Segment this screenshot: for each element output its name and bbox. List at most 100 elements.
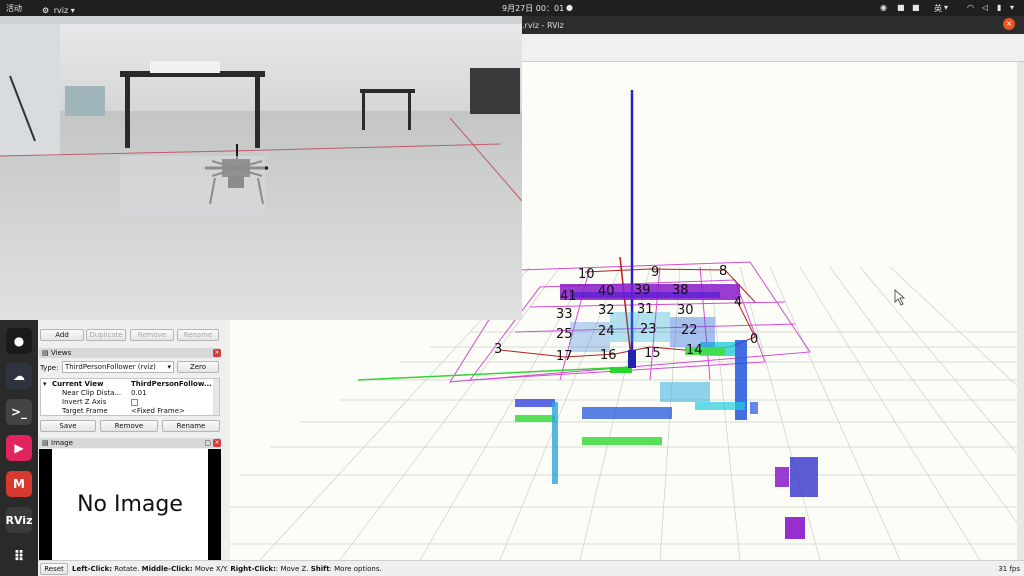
remove-view-button[interactable]: Remove (100, 420, 158, 432)
waypoint-label: 9 (651, 265, 659, 280)
waypoint-label: 38 (672, 283, 689, 298)
hint-key: Middle-Click: (141, 565, 193, 573)
tree-scrollbar[interactable] (213, 379, 219, 415)
penguin-icon[interactable]: ● (6, 328, 32, 354)
waypoint-label: 14 (686, 343, 703, 358)
drone-marker (628, 350, 636, 368)
window-title: .rviz - RViz (522, 21, 564, 30)
waypoint-label: 40 (598, 284, 615, 299)
undock-icon[interactable]: ▢ (204, 438, 211, 448)
app-tray-icon[interactable]: ■ (912, 3, 920, 12)
camera-scene (0, 16, 522, 320)
save-view-button[interactable]: Save (40, 420, 96, 432)
hint-key: Shift (310, 565, 330, 573)
tree-key: Invert Z Axis (62, 398, 107, 406)
qq-tray-icon[interactable]: ◉ (880, 3, 887, 12)
zero-view-button[interactable]: Zero (177, 361, 219, 373)
no-image-text: No Image (52, 449, 208, 560)
waypoint-label: 0 (750, 332, 758, 347)
waypoint-label: 17 (556, 349, 573, 364)
rviz-app-icon: ⚙ (42, 6, 50, 15)
expand-arrow-icon: ▾ (43, 380, 47, 388)
hint-value: Move X/Y. (192, 565, 231, 573)
network-icon[interactable]: ◠ (967, 3, 974, 12)
reset-button[interactable]: Reset (40, 563, 68, 575)
tree-value: ThirdPersonFollow... (131, 380, 212, 388)
waypoint-label: 10 (578, 267, 595, 282)
close-window-icon[interactable]: × (1003, 18, 1015, 30)
tree-key: Target Frame (62, 407, 108, 415)
views-panel-title: Views (51, 349, 72, 357)
remove-display-button[interactable]: Remove (130, 329, 174, 341)
app-menu[interactable]: ⚙ rviz ▾ (42, 3, 75, 15)
rviz-icon[interactable]: RViz (6, 507, 32, 533)
close-icon[interactable]: × (213, 349, 221, 357)
rviz-side-panel: Add Duplicate Remove Rename ▤ Views × Ty… (38, 320, 230, 560)
waypoint-label: 4 (734, 295, 742, 310)
chevron-down-icon: ▾ (944, 3, 949, 12)
status-bar: Reset Left-Click: Rotate. Middle-Click: … (38, 560, 1024, 576)
mindmap-icon[interactable]: M (6, 471, 32, 497)
window-titlebar[interactable]: .rviz - RViz × (522, 16, 1024, 34)
apps-grid-icon[interactable]: ⠿ (6, 544, 32, 570)
fps-readout: 31 fps (998, 565, 1020, 573)
duplicate-display-button[interactable]: Duplicate (86, 329, 126, 341)
invert-z-checkbox[interactable] (131, 399, 138, 406)
waypoint-label: 39 (634, 283, 651, 298)
app-menu-label: rviz (53, 6, 69, 15)
waypoint-label: 41 (560, 289, 577, 304)
battery-icon[interactable]: ▮ (997, 3, 1001, 12)
rename-display-button[interactable]: Rename (177, 329, 219, 341)
hint-value: : More options. (329, 565, 382, 573)
view-type-label: Type: (40, 364, 59, 372)
panel-grip-icon: ▤ (42, 439, 49, 447)
tree-row[interactable]: ▾ Current View ThirdPersonFollow... (43, 380, 219, 389)
close-icon[interactable]: × (213, 439, 221, 447)
terminal-icon[interactable]: >_ (6, 399, 32, 425)
tree-row[interactable]: Target Frame <Fixed Frame> (43, 407, 219, 416)
views-panel-header[interactable]: ▤ Views × (39, 348, 221, 358)
add-display-button[interactable]: Add (40, 329, 84, 341)
activities-button[interactable]: 活动 (6, 3, 22, 14)
status-help-text: Left-Click: Rotate. Middle-Click: Move X… (72, 565, 382, 573)
tree-row[interactable]: Near Clip Dista... 0.01 (43, 389, 219, 398)
camera-video-feed (0, 16, 522, 320)
window-menubar (522, 34, 1024, 62)
view-type-select[interactable]: ThirdPersonFollower (rviz) ▾ (62, 361, 174, 373)
volume-icon[interactable]: ◁ (982, 3, 988, 12)
input-method[interactable]: 英 (934, 3, 942, 14)
tree-value: <Fixed Frame> (131, 407, 185, 415)
tree-value: 0.01 (131, 389, 147, 397)
waypoint-label: 25 (556, 327, 573, 342)
chat-icon[interactable]: ☁ (6, 363, 32, 389)
image-panel-title: Image (51, 439, 73, 447)
viewport-scrollbar[interactable] (1017, 62, 1024, 560)
waypoint-label: 8 (719, 264, 727, 279)
chevron-down-icon: ▾ (70, 6, 75, 15)
view-type-value: ThirdPersonFollower (rviz) (65, 363, 156, 371)
notification-dot-icon: ● (566, 3, 573, 12)
clock[interactable]: 9月27日 00：01 (502, 3, 564, 14)
waypoint-label: 16 (600, 348, 617, 363)
waypoint-label: 3 (494, 342, 502, 357)
player-icon[interactable]: ▶ (6, 435, 32, 461)
image-display: No Image (39, 449, 221, 560)
record-tray-icon[interactable]: ■ (897, 3, 905, 12)
hint-key: Left-Click: (72, 565, 113, 573)
panel-grip-icon: ▤ (42, 349, 49, 357)
waypoint-label: 15 (644, 346, 661, 361)
application-dock: ● ☁ >_ ▶ M RViz ⠿ (0, 320, 38, 576)
waypoint-label: 30 (677, 303, 694, 318)
waypoint-label: 31 (637, 302, 654, 317)
waypoint-label: 23 (640, 322, 657, 337)
tree-row[interactable]: Invert Z Axis (43, 398, 219, 407)
power-menu-icon[interactable]: ▾ (1010, 3, 1014, 12)
hint-key: Right-Click: (230, 565, 276, 573)
view-properties-tree: ▾ Current View ThirdPersonFollow... Near… (40, 378, 220, 416)
image-panel-header[interactable]: ▤ Image ▢ × (39, 438, 221, 448)
waypoint-label: 32 (598, 303, 615, 318)
hint-value: : Move Z. (275, 565, 311, 573)
system-top-bar: 活动 ⚙ rviz ▾ 9月27日 00：01 ● ◉ ■ ■ 英 ▾ ◠ ◁ … (0, 0, 1024, 16)
chevron-down-icon: ▾ (167, 363, 171, 371)
rename-view-button[interactable]: Rename (162, 420, 220, 432)
